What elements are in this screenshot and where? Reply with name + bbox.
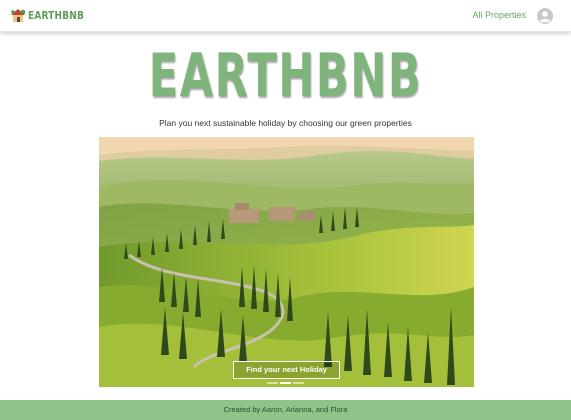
user-circle-icon[interactable] (537, 8, 553, 24)
logo-text: EARTHBNB (28, 8, 85, 22)
hero-tagline: Plan you next sustainable holiday by cho… (159, 118, 412, 128)
hero-title: EARTHBNB (148, 41, 423, 111)
logo[interactable]: EARTHBNB (10, 7, 96, 23)
all-properties-link[interactable]: All Properties (472, 10, 526, 20)
carousel-indicator-1[interactable] (267, 382, 278, 384)
footer-credit: Created by Aaron, Arianna, and Flora (223, 405, 348, 414)
carousel-indicator-3[interactable] (293, 382, 304, 384)
tuscany-landscape-photo (99, 137, 474, 387)
navbar: EARTHBNB All Properties (0, 0, 571, 32)
find-holiday-button[interactable]: Find your next Holiday (233, 361, 340, 379)
carousel-indicator-2[interactable] (280, 382, 291, 384)
hero-carousel: Find your next Holiday (99, 137, 474, 387)
footer: Created by Aaron, Arianna, and Flora (0, 400, 571, 420)
house-icon (11, 9, 26, 22)
carousel-indicators (266, 382, 305, 384)
